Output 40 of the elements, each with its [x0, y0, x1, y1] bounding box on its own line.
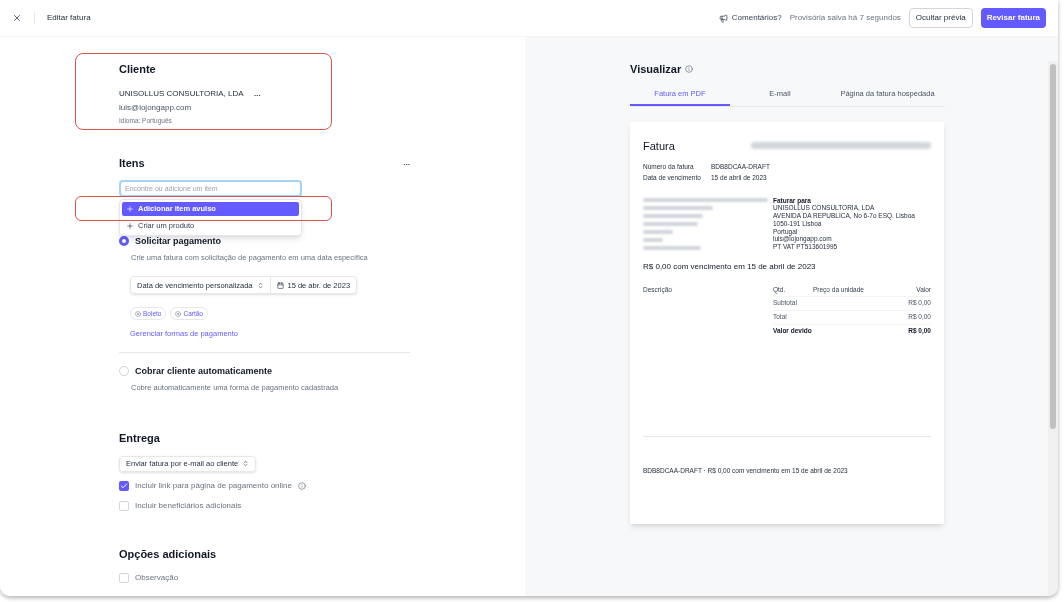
- checkbox[interactable]: [119, 480, 129, 491]
- close-icon[interactable]: [12, 13, 22, 23]
- hide-preview-button[interactable]: Ocultar prévia: [908, 8, 973, 28]
- remove-icon[interactable]: [175, 310, 182, 317]
- window-title: Editar fatura: [47, 12, 91, 24]
- more-button[interactable]: ...: [254, 87, 261, 100]
- feedback-button[interactable]: Comentários?: [718, 12, 782, 24]
- section-heading: Cliente: [119, 62, 157, 77]
- checkbox[interactable]: [119, 500, 129, 511]
- section-heading: Itens: [119, 156, 145, 171]
- section-heading: Opções adicionais: [119, 546, 218, 562]
- checkbox-label: Incluir beneficiários adicionais: [135, 499, 242, 512]
- client-name: UNISOLLUS CONSULTORIA, LDA: [119, 87, 245, 100]
- redacted-bar: [643, 245, 701, 250]
- radio-label: Solicitar pagamento: [135, 234, 222, 248]
- section-heading: Visualizar: [630, 62, 682, 77]
- amount-heading: R$ 0,00 com vencimento em 15 de abril de 2023: [643, 261, 817, 274]
- more-button[interactable]: ...: [403, 157, 410, 170]
- save-status: Provisória salva há 7 segundos: [789, 12, 901, 24]
- megaphone-icon: [718, 13, 728, 23]
- info-icon: [298, 481, 306, 490]
- invoice-title: Fatura: [643, 138, 675, 154]
- remove-icon[interactable]: [135, 310, 141, 317]
- section-heading: Entrega: [119, 431, 161, 447]
- scrollbar-thumb[interactable]: [1050, 64, 1056, 429]
- checkbox-label: Observação: [135, 572, 179, 585]
- review-button[interactable]: Revisar fatura: [980, 8, 1046, 28]
- client-email: luis@lojongapp.com: [119, 101, 193, 114]
- plus-icon: [126, 222, 134, 230]
- checkbox[interactable]: [119, 573, 129, 584]
- checkbox-label: Incluir link para página de pagamento online: [135, 479, 292, 492]
- redacted-bar: [643, 205, 713, 210]
- chevron-updown-icon: [242, 460, 250, 468]
- redacted-bar: [643, 229, 673, 234]
- info-icon: [685, 65, 694, 74]
- redacted-bar: [643, 237, 663, 242]
- redacted-bar: [643, 221, 698, 226]
- redacted-bar: [643, 213, 703, 218]
- radio-label: Cobrar cliente automaticamente: [135, 364, 273, 378]
- plus-icon: [126, 205, 134, 213]
